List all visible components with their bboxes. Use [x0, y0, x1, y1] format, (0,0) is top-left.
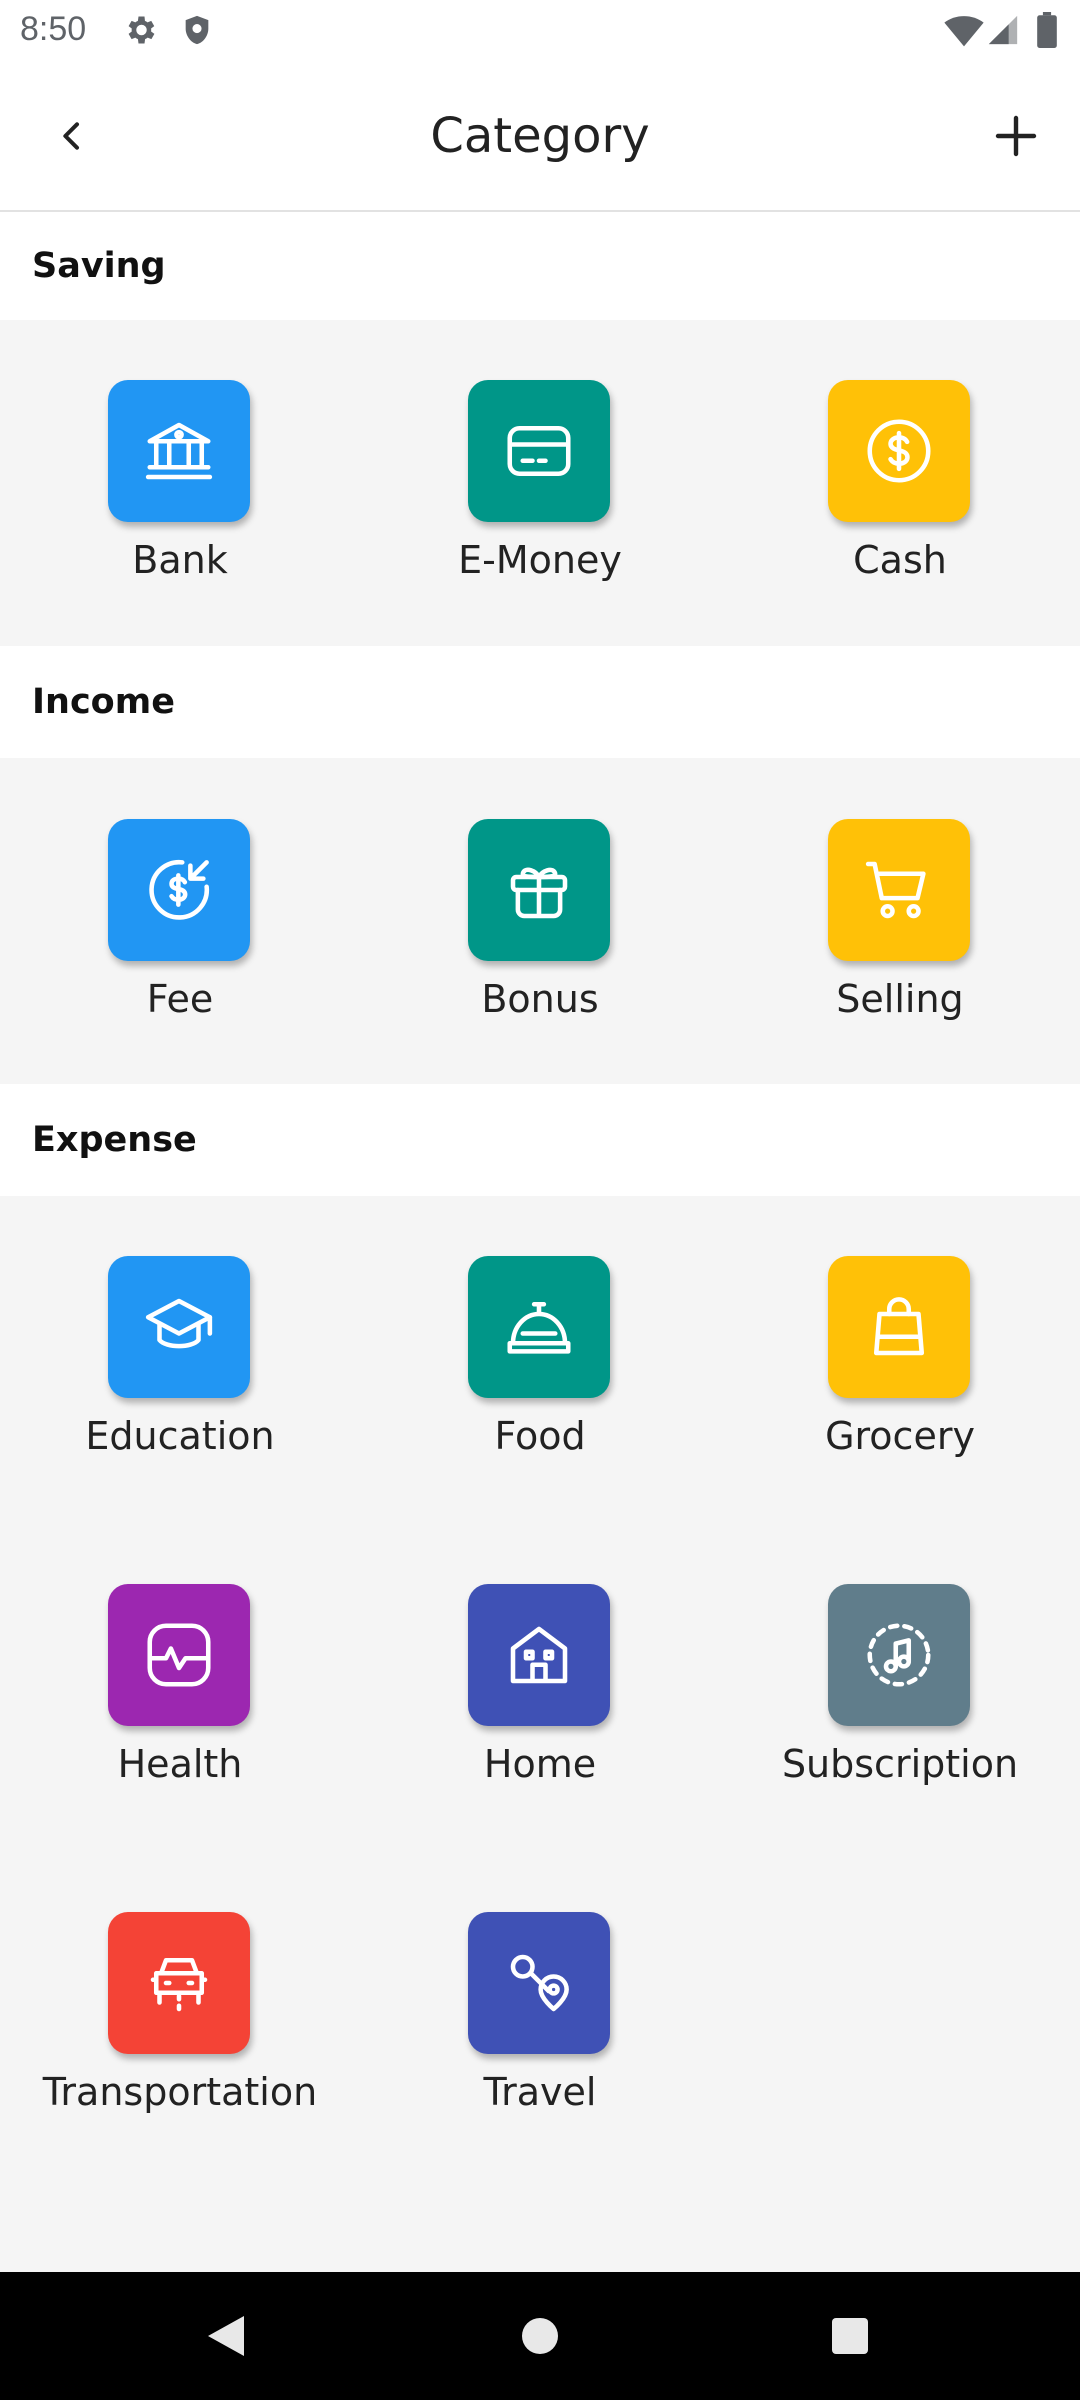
category-icon-box [108, 380, 250, 522]
category-food[interactable]: Food [360, 1256, 720, 1496]
category-label: Cash [853, 538, 947, 582]
category-icon-box [108, 1256, 250, 1398]
car-icon [150, 1957, 208, 2012]
music-icon [867, 1623, 931, 1687]
category-icon-box [468, 819, 610, 961]
category-label: Food [494, 1414, 586, 1458]
graduation-cap-icon [145, 1298, 213, 1349]
category-fee[interactable]: Fee [0, 819, 360, 1059]
category-bonus[interactable]: Bonus [360, 819, 720, 1059]
status-time: 8:50 [20, 10, 87, 48]
category-selling[interactable]: Selling [720, 819, 1080, 1059]
status-bar: 8:50 [0, 0, 1080, 64]
cart-icon [865, 861, 926, 919]
square-recents-icon [832, 2318, 868, 2354]
category-label: Travel [483, 2070, 597, 2114]
section-title: Saving [32, 246, 166, 286]
nav-recents-button[interactable] [814, 2300, 886, 2372]
category-icon-box [468, 380, 610, 522]
wifi-icon [944, 16, 984, 47]
category-label: Subscription [781, 1742, 1019, 1786]
section-title: Expense [32, 1120, 197, 1160]
category-label: Selling [836, 977, 964, 1021]
category-label: Education [85, 1414, 275, 1458]
card-icon [507, 425, 571, 477]
category-icon-box [468, 1584, 610, 1726]
section-header-income: Income [0, 646, 1080, 758]
category-label: Bonus [481, 977, 599, 1021]
add-category-button[interactable] [984, 104, 1048, 168]
section-title: Income [32, 682, 175, 722]
category-grocery[interactable]: Grocery [720, 1256, 1080, 1496]
house-icon [510, 1626, 568, 1684]
food-bell-icon [507, 1301, 571, 1354]
shield-icon [185, 15, 209, 45]
settings-icon [128, 16, 155, 44]
category-travel[interactable]: Travel [360, 1912, 720, 2152]
section-header-expense: Expense [0, 1084, 1080, 1196]
category-label: Grocery [825, 1414, 975, 1458]
category-health[interactable]: Health [0, 1584, 360, 1824]
gift-icon [510, 867, 568, 919]
category-label: Transportation [42, 2070, 318, 2114]
category-icon-box [828, 1256, 970, 1398]
category-icon-box [828, 380, 970, 522]
circle-home-icon [522, 2318, 558, 2354]
system-nav-bar [0, 2272, 1080, 2400]
triangle-back-icon [208, 2316, 244, 2356]
bank-icon [145, 422, 213, 480]
shopping-bag-icon [873, 1297, 925, 1356]
category-label: E-Money [458, 538, 622, 582]
category-icon-box [828, 1584, 970, 1726]
category-icon-box [468, 1912, 610, 2054]
dollar-circle-icon [867, 419, 931, 483]
category-label: Health [117, 1742, 243, 1786]
section-header-saving: Saving [0, 212, 1080, 320]
page-title: Category [430, 108, 650, 164]
category-e-money[interactable]: E-Money [360, 380, 720, 620]
signal-icon [988, 15, 1018, 45]
nav-back-button[interactable] [190, 2300, 262, 2372]
category-icon-box [108, 1912, 250, 2054]
category-cash[interactable]: Cash [720, 380, 1080, 620]
category-bank[interactable]: Bank [0, 380, 360, 620]
category-icon-box [828, 819, 970, 961]
category-label: Fee [146, 977, 214, 1021]
category-transportation[interactable]: Transportation [0, 1912, 360, 2152]
category-icon-box [108, 1584, 250, 1726]
category-label: Bank [132, 538, 228, 582]
category-label: Home [483, 1742, 597, 1786]
section-grid-saving: Bank E-Money Cash [0, 320, 1080, 646]
category-icon-box [108, 819, 250, 961]
fee-icon [149, 859, 210, 920]
app-bar: Category [0, 64, 1080, 212]
section-grid-expense: Education Food Grocery Health Home Subsc… [0, 1196, 1080, 2272]
nav-home-button[interactable] [504, 2300, 576, 2372]
category-icon-box [468, 1256, 610, 1398]
battery-icon [1037, 12, 1057, 48]
section-grid-income: Fee Bonus Selling [0, 758, 1080, 1084]
route-icon [510, 1954, 569, 2012]
category-education[interactable]: Education [0, 1256, 360, 1496]
category-subscription[interactable]: Subscription [720, 1584, 1080, 1824]
heartbeat-icon [147, 1623, 211, 1687]
plus-icon [995, 115, 1037, 157]
category-home[interactable]: Home [360, 1584, 720, 1824]
